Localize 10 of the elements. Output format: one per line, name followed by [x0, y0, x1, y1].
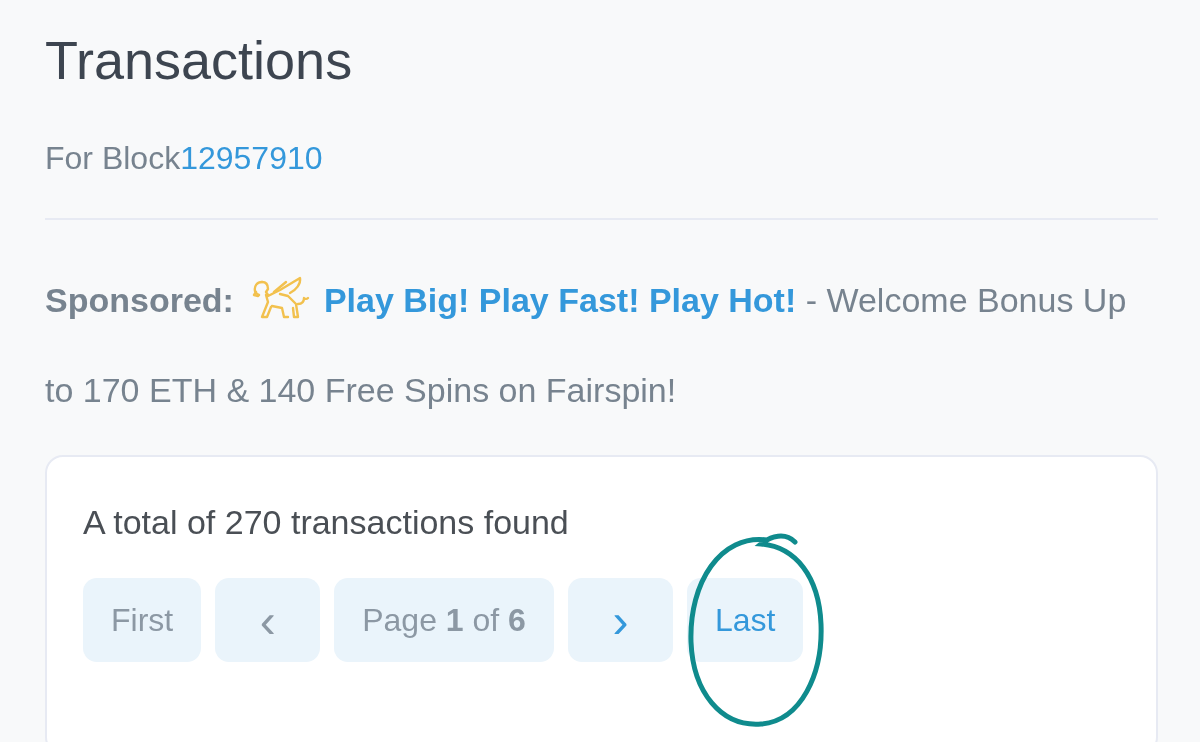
transactions-count: A total of 270 transactions found — [83, 502, 570, 542]
page-button[interactable]: Last — [686, 578, 804, 662]
winged-lion-icon — [251, 276, 312, 320]
next-button[interactable]: › — [567, 578, 673, 662]
page-indicator: Page 1 of 6 — [334, 578, 554, 662]
block-link[interactable]: 12957910 — [180, 140, 323, 176]
sponsored-text: Sponsored: Play Big! Play Fast! Play Hot! - Welcome Bonus Up to 170 ETH & 140 Free Spins on Fairspin! — [45, 255, 1158, 435]
page-title: Transactions — [45, 29, 354, 92]
subtitle-label: For Block — [45, 140, 181, 176]
sponsored-link[interactable]: Play Big! Play Fast! Play Hot! — [323, 281, 797, 319]
